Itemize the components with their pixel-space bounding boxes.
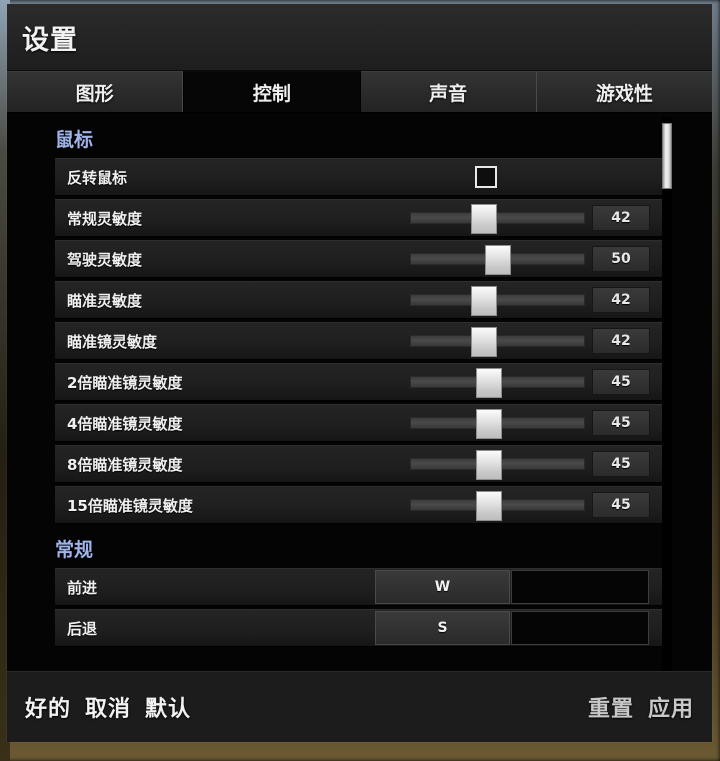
tab-1[interactable]: 控制: [183, 71, 361, 112]
settings-scroll-content: 鼠标反转鼠标常规灵敏度 42 驾驶灵敏度 50 瞄准灵敏度 42 瞄准镜灵敏度 42 2倍瞄准镜…: [7, 113, 712, 671]
slider-value[interactable]: 50: [592, 246, 650, 272]
settings-dialog: 设置 图形 控制 声音 游戏性 鼠标反转鼠标常规灵敏度 42 驾驶灵敏度 50 瞄准灵敏度 42…: [7, 4, 712, 742]
slider-value[interactable]: 42: [592, 328, 650, 354]
slider-handle[interactable]: [470, 204, 497, 234]
section-heading: 鼠标: [55, 129, 94, 151]
slider-value[interactable]: 45: [592, 410, 650, 436]
slider-value[interactable]: 45: [592, 451, 650, 477]
settings-row: 8倍瞄准镜灵敏度 45: [55, 445, 664, 483]
settings-row: 前进 W: [55, 568, 664, 606]
settings-content-area: 鼠标反转鼠标常规灵敏度 42 驾驶灵敏度 50 瞄准灵敏度 42 瞄准镜灵敏度 42 2倍瞄准镜…: [7, 113, 712, 671]
settings-row: 4倍瞄准镜灵敏度 45: [55, 404, 664, 442]
settings-row-label: 瞄准镜灵敏度: [67, 332, 158, 351]
slider-track[interactable]: [410, 368, 585, 398]
slider-handle[interactable]: [470, 286, 497, 316]
section-heading: 常规: [55, 539, 94, 561]
scrollbar-track[interactable]: [662, 117, 672, 671]
settings-row: 瞄准镜灵敏度 42: [55, 322, 664, 360]
settings-row: 驾驶灵敏度 50: [55, 240, 664, 278]
settings-row-label: 2倍瞄准镜灵敏度: [67, 373, 183, 392]
footer-button[interactable]: 应用: [648, 691, 694, 723]
tab-3[interactable]: 游戏性: [536, 71, 712, 112]
slider-track[interactable]: [410, 409, 585, 439]
slider-value[interactable]: 45: [592, 369, 650, 395]
tab-2[interactable]: 声音: [360, 71, 537, 112]
settings-row-label: 常规灵敏度: [67, 209, 143, 228]
tab-0[interactable]: 图形: [7, 71, 184, 112]
tab-bar: 图形 控制 声音 游戏性: [7, 71, 712, 113]
settings-row-label: 8倍瞄准镜灵敏度: [67, 455, 183, 474]
keybind-primary[interactable]: W: [375, 570, 510, 604]
scrollbar-thumb[interactable]: [662, 122, 672, 189]
footer-button[interactable]: 重置: [588, 691, 634, 723]
settings-row-label: 4倍瞄准镜灵敏度: [67, 414, 183, 433]
slider-track[interactable]: [410, 245, 585, 275]
settings-row-label: 瞄准灵敏度: [67, 291, 143, 310]
slider-handle[interactable]: [475, 368, 502, 398]
footer-button[interactable]: 取消: [85, 691, 131, 723]
settings-row-label: 反转鼠标: [67, 168, 128, 187]
slider-handle[interactable]: [475, 409, 502, 439]
slider-track[interactable]: [410, 491, 585, 521]
settings-row-label: 15倍瞄准镜灵敏度: [67, 496, 193, 515]
settings-row: 后退 S: [55, 609, 664, 647]
footer-right-buttons: 重置 应用: [588, 691, 694, 723]
settings-row: 反转鼠标: [55, 158, 664, 196]
slider-value[interactable]: 42: [592, 205, 650, 231]
settings-row: 常规灵敏度 42: [55, 199, 664, 237]
slider-handle[interactable]: [484, 245, 511, 275]
slider-track[interactable]: [410, 327, 585, 357]
slider-handle[interactable]: [475, 491, 502, 521]
keybind-secondary[interactable]: [511, 570, 649, 604]
dialog-footer: 好的 取消 默认 重置 应用: [7, 671, 712, 742]
settings-row: 瞄准灵敏度 42: [55, 281, 664, 319]
footer-button[interactable]: 好的: [25, 691, 71, 723]
footer-button[interactable]: 默认: [145, 691, 191, 723]
slider-value[interactable]: 42: [592, 287, 650, 313]
slider-track[interactable]: [410, 450, 585, 480]
settings-row-label: 后退: [67, 619, 98, 638]
footer-left-buttons: 好的 取消 默认: [25, 691, 191, 723]
slider-handle[interactable]: [475, 450, 502, 480]
checkbox-invert-mouse[interactable]: [475, 166, 497, 188]
slider-value[interactable]: 45: [592, 492, 650, 518]
dialog-titlebar: 设置: [7, 4, 712, 71]
keybind-secondary[interactable]: [511, 611, 649, 645]
slider-handle[interactable]: [470, 327, 497, 357]
settings-row-label: 前进: [67, 578, 98, 597]
settings-row-label: 驾驶灵敏度: [67, 250, 143, 269]
settings-row: 2倍瞄准镜灵敏度 45: [55, 363, 664, 401]
keybind-primary[interactable]: S: [375, 611, 510, 645]
settings-row: 15倍瞄准镜灵敏度 45: [55, 486, 664, 524]
page-title: 设置: [22, 24, 78, 56]
slider-track[interactable]: [410, 204, 585, 234]
slider-track[interactable]: [410, 286, 585, 316]
